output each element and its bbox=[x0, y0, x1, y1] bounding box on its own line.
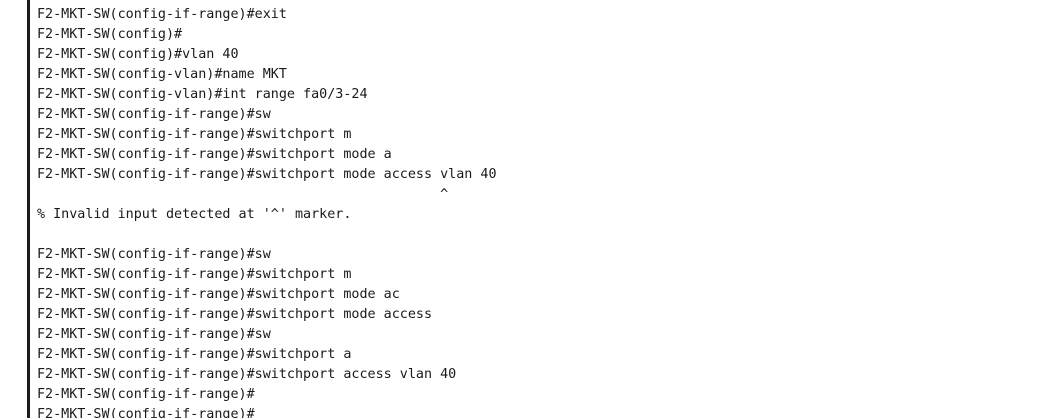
terminal-line: F2-MKT-SW(config-if-range)#switchport mo… bbox=[37, 287, 400, 302]
terminal-line: F2-MKT-SW(config-if-range)#switchport mo… bbox=[37, 147, 392, 162]
terminal-line: F2-MKT-SW(config-if-range)# bbox=[37, 387, 255, 402]
terminal-line: F2-MKT-SW(config-if-range)#switchport ac… bbox=[37, 367, 457, 382]
terminal-line: F2-MKT-SW(config-vlan)#name MKT bbox=[37, 67, 287, 82]
terminal-line: F2-MKT-SW(config-if-range)#sw bbox=[37, 107, 271, 122]
terminal-line: F2-MKT-SW(config-if-range)#sw bbox=[37, 247, 271, 262]
terminal-window[interactable]: F2-MKT-SW(config-if-range)#exit F2-MKT-S… bbox=[0, 0, 1038, 418]
terminal-line: F2-MKT-SW(config-vlan)#int range fa0/3-2… bbox=[37, 87, 368, 102]
error-caret-marker: ^ bbox=[37, 187, 449, 202]
terminal-line: F2-MKT-SW(config)# bbox=[37, 27, 183, 42]
terminal-line: F2-MKT-SW(config-if-range)#exit bbox=[37, 7, 287, 22]
terminal-line: F2-MKT-SW(config-if-range)#sw bbox=[37, 327, 271, 342]
terminal-prompt-current[interactable]: F2-MKT-SW(config-if-range)# bbox=[37, 405, 497, 418]
terminal-line: F2-MKT-SW(config-if-range)#switchport mo… bbox=[37, 167, 497, 182]
terminal-output[interactable]: F2-MKT-SW(config-if-range)#exit F2-MKT-S… bbox=[37, 5, 497, 418]
terminal-line: F2-MKT-SW(config-if-range)#switchport a bbox=[37, 347, 352, 362]
terminal-left-border bbox=[27, 0, 30, 418]
terminal-line: F2-MKT-SW(config-if-range)#switchport mo… bbox=[37, 307, 433, 322]
error-message: % Invalid input detected at '^' marker. bbox=[37, 207, 352, 222]
terminal-line: F2-MKT-SW(config-if-range)#switchport m bbox=[37, 267, 352, 282]
terminal-line: F2-MKT-SW(config-if-range)#switchport m bbox=[37, 127, 352, 142]
terminal-line: F2-MKT-SW(config)#vlan 40 bbox=[37, 47, 239, 62]
